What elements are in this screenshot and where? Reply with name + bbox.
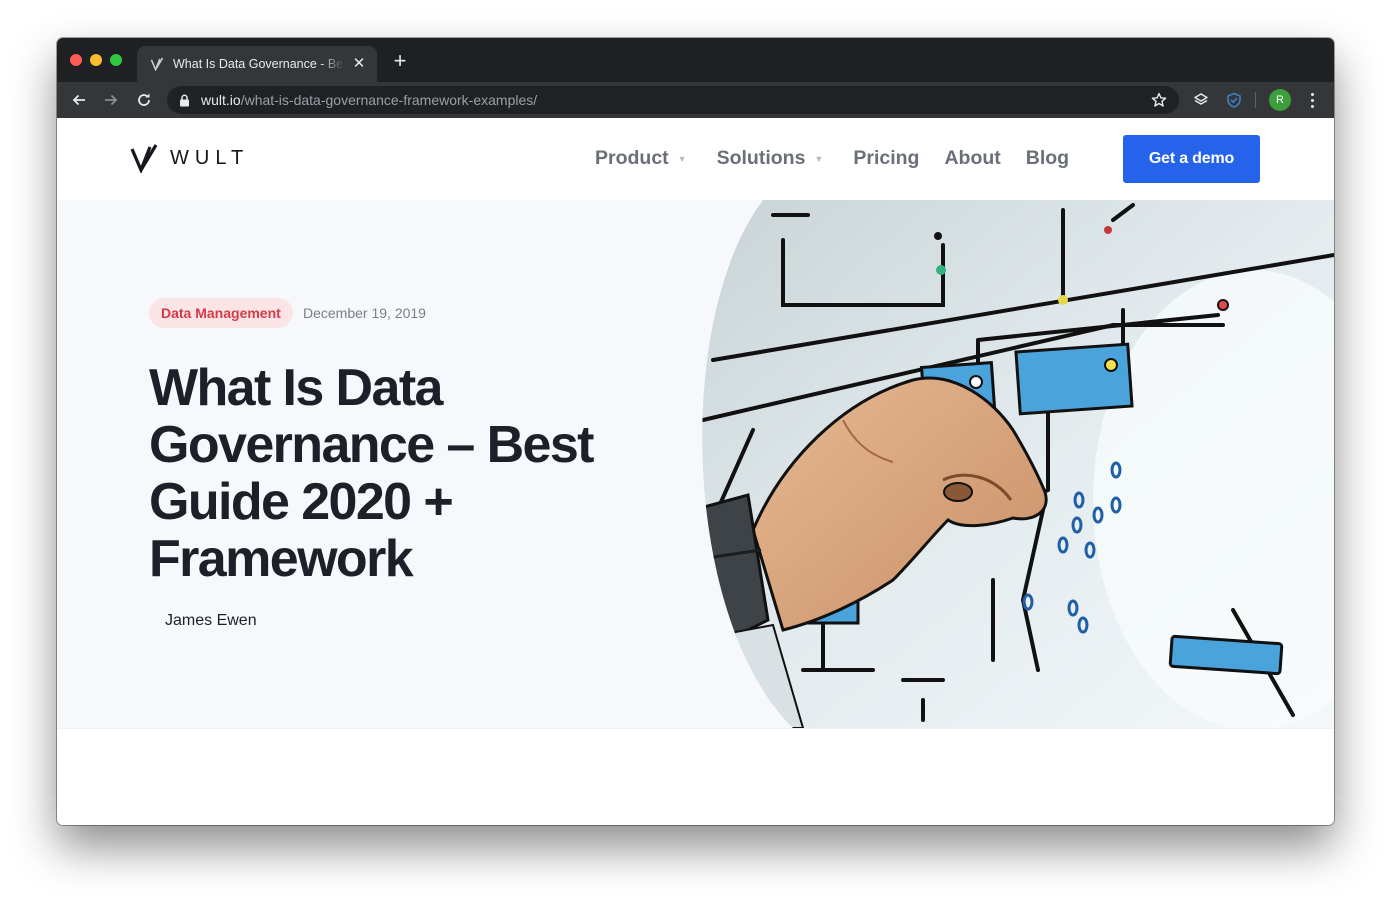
get-demo-button[interactable]: Get a demo: [1123, 135, 1260, 183]
nav-item-label: Pricing: [853, 147, 920, 169]
chevron-down-icon: ▼: [677, 153, 687, 164]
article-author[interactable]: James Ewen: [165, 612, 257, 630]
nav-item-blog[interactable]: Blog: [1026, 147, 1069, 170]
forward-button[interactable]: [100, 89, 122, 111]
browser-menu-icon[interactable]: [1303, 91, 1321, 109]
nav-item-about[interactable]: About: [944, 147, 1000, 170]
tab-strip: What Is Data Governance - Best Guide 202…: [57, 38, 1334, 82]
site-header: WULT Product ▼ Solutions ▼ Pricing About: [57, 118, 1334, 201]
lock-icon: [179, 93, 191, 107]
shield-extension-icon[interactable]: [1225, 91, 1243, 109]
browser-window: What Is Data Governance - Best Guide 202…: [57, 38, 1334, 825]
article-title: What Is Data Governance – Best Guide 202…: [149, 359, 595, 588]
reload-button[interactable]: [133, 89, 155, 111]
forward-arrow-icon: [105, 94, 118, 106]
tab-title: What Is Data Governance - Best Guide 202…: [173, 57, 345, 71]
logo-text: WULT: [170, 146, 250, 169]
new-tab-button[interactable]: +: [390, 50, 410, 72]
toolbar-separator: [1255, 92, 1256, 108]
bookmark-star-icon[interactable]: [1151, 92, 1167, 108]
close-window-button[interactable]: [70, 54, 82, 66]
back-arrow-icon: [72, 94, 85, 106]
hero-illustration: [702, 200, 1334, 728]
url-path: /what-is-data-governance-framework-examp…: [240, 92, 538, 108]
site-logo[interactable]: WULT: [130, 143, 249, 173]
url-host: wult.io: [201, 92, 241, 108]
article-hero: Data Management December 19, 2019 What I…: [57, 200, 1334, 729]
layers-extension-icon[interactable]: [1192, 91, 1210, 109]
category-badge[interactable]: Data Management: [149, 298, 293, 328]
nav-item-label: Blog: [1025, 147, 1070, 169]
chevron-down-icon: ▼: [814, 153, 824, 164]
back-button[interactable]: [68, 89, 90, 111]
minimize-window-button[interactable]: [90, 54, 102, 66]
web-page: WULT Product ▼ Solutions ▼ Pricing About: [57, 118, 1334, 825]
tab-close-icon[interactable]: ✕: [351, 56, 367, 72]
nav-item-pricing[interactable]: Pricing: [853, 147, 919, 170]
browser-toolbar: wult.io /what-is-data-governance-framewo…: [57, 82, 1334, 118]
article-date: December 19, 2019: [303, 305, 426, 321]
nav-item-label: Solutions: [716, 147, 806, 169]
profile-avatar[interactable]: R: [1269, 89, 1291, 111]
browser-tab-active[interactable]: What Is Data Governance - Best Guide 202…: [137, 46, 377, 82]
reload-icon: [138, 93, 150, 106]
wult-logo-icon: [130, 144, 158, 173]
wult-favicon-icon: [149, 56, 165, 72]
nav-item-solutions[interactable]: Solutions ▼: [717, 147, 824, 170]
maximize-window-button[interactable]: [110, 54, 122, 66]
main-nav: Product ▼ Solutions ▼ Pricing About Blog: [595, 147, 1094, 170]
nav-item-label: About: [944, 147, 1001, 169]
address-bar[interactable]: wult.io /what-is-data-governance-framewo…: [167, 86, 1179, 114]
nav-item-product[interactable]: Product ▼: [595, 147, 687, 170]
nav-item-label: Product: [595, 147, 669, 169]
